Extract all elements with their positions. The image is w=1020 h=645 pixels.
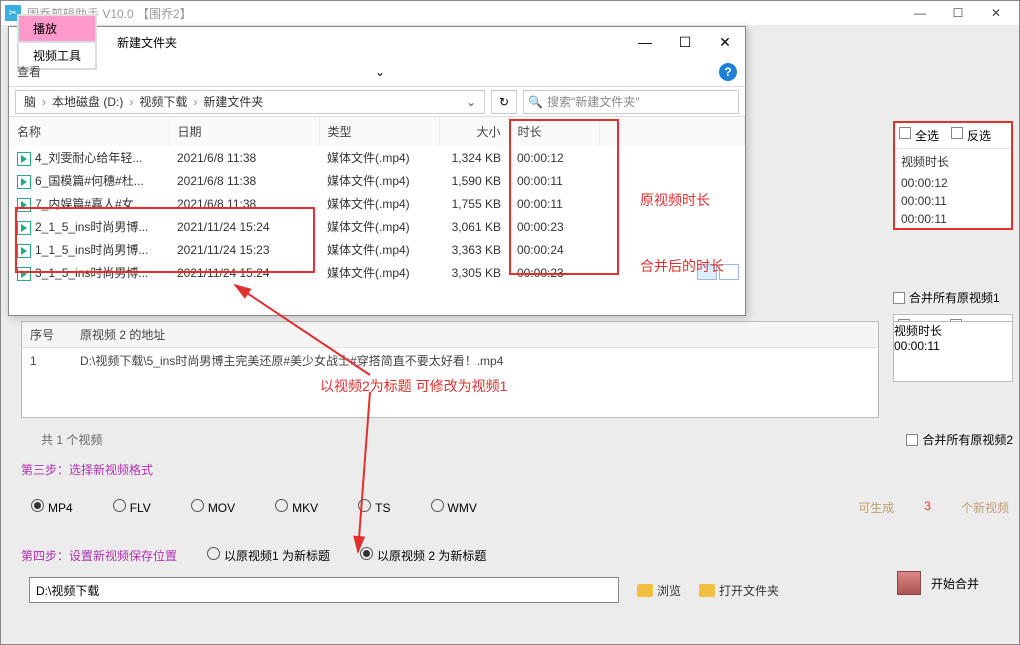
format-mp4[interactable]: MP4 — [31, 499, 73, 515]
file-row[interactable]: 4_刘雯耐心给年轻...2021/6/8 11:38媒体文件(.mp4)1,32… — [9, 146, 745, 169]
video-file-icon — [17, 221, 31, 235]
format-radio-group: MP4 FLV MOV MKV TS WMV — [31, 499, 477, 515]
title-from-video2[interactable]: 以原视频 2 为新标题 — [360, 547, 486, 564]
film-icon — [897, 571, 921, 595]
browse-button[interactable]: 浏览 — [637, 582, 681, 599]
explorer-minimize[interactable]: — — [625, 27, 665, 57]
file-explorer-window: 播放 视频工具 新建文件夹 — ☐ ✕ 查看 ⌄ ? 脑› 本地磁盘 (D:)›… — [8, 26, 746, 316]
format-mov[interactable]: MOV — [191, 499, 235, 515]
format-mkv[interactable]: MKV — [275, 499, 318, 515]
merge-all-checkbox-1[interactable] — [893, 292, 905, 304]
table-row[interactable]: 1D:\视频下载\5_ins时尚男博主完美还原#美少女战士#穿搭简直不要太好看！… — [22, 348, 878, 374]
help-icon[interactable]: ? — [719, 63, 737, 81]
select-all-checkbox-1[interactable] — [899, 127, 911, 139]
open-folder-button[interactable]: 打开文件夹 — [699, 582, 779, 599]
chevron-down-icon[interactable]: ⌄ — [375, 65, 385, 79]
search-input[interactable]: 🔍搜索"新建文件夹" — [523, 90, 739, 114]
start-merge-button[interactable]: 开始合并 — [897, 571, 979, 595]
video-count: 共 1 个视频 — [41, 431, 102, 448]
file-list: 名称 日期 类型 大小 时长 4_刘雯耐心给年轻...2021/6/8 11:3… — [9, 117, 745, 284]
file-row[interactable]: 3_1_5_ins时尚男博...2021/11/24 15:24媒体文件(.mp… — [9, 261, 745, 284]
generate-summary: 可生成 3 个新视频 — [858, 499, 1009, 516]
duration-value: 00:00:11 — [895, 210, 1011, 228]
format-flv[interactable]: FLV — [113, 499, 151, 515]
step4-label: 第四步：设置新视频保存位置 — [21, 547, 177, 564]
video-file-icon — [17, 175, 31, 189]
right-duration-panel-1: 全选 反选 视频时长 00:00:12 00:00:11 00:00:11 — [893, 121, 1013, 230]
explorer-maximize[interactable]: ☐ — [665, 27, 705, 57]
view-grid-icon[interactable] — [697, 264, 717, 280]
invert-checkbox-1[interactable] — [951, 127, 963, 139]
view-switcher — [697, 264, 739, 280]
video-file-icon — [17, 198, 31, 212]
breadcrumb[interactable]: 脑› 本地磁盘 (D:)› 视频下载› 新建文件夹 ⌄ — [15, 90, 485, 114]
folder-icon — [637, 584, 653, 597]
video-file-icon — [17, 244, 31, 258]
folder-icon — [699, 584, 715, 597]
duration-value: 00:00:12 — [895, 174, 1011, 192]
right-duration-panel-2: 视频时长 00:00:11 — [893, 321, 1013, 382]
merge-all-row-2: 合并所有原视频2 — [906, 431, 1013, 448]
close-button[interactable]: ✕ — [977, 1, 1015, 25]
file-row[interactable]: 2_1_5_ins时尚男博...2021/11/24 15:24媒体文件(.mp… — [9, 215, 745, 238]
file-row[interactable]: 1_1_5_ins时尚男博...2021/11/24 15:23媒体文件(.mp… — [9, 238, 745, 261]
save-path-input[interactable] — [29, 577, 619, 603]
title-from-video1[interactable]: 以原视频1 为新标题 — [207, 547, 330, 564]
view-list-icon[interactable] — [719, 264, 739, 280]
tab-play[interactable]: 播放 — [18, 15, 96, 42]
save-row: 浏览 打开文件夹 — [29, 577, 779, 603]
search-icon: 🔍 — [528, 95, 543, 109]
step4-row: 第四步：设置新视频保存位置 以原视频1 为新标题 以原视频 2 为新标题 — [21, 547, 486, 564]
explorer-close[interactable]: ✕ — [705, 27, 745, 57]
source-video-2-table: 序号原视频 2 的地址 1D:\视频下载\5_ins时尚男博主完美还原#美少女战… — [21, 321, 879, 418]
file-row[interactable]: 7_内娱篇#嘉人#女...2021/6/8 11:38媒体文件(.mp4)1,7… — [9, 192, 745, 215]
refresh-button[interactable]: ↻ — [491, 90, 517, 114]
minimize-button[interactable]: — — [901, 1, 939, 25]
maximize-button[interactable]: ☐ — [939, 1, 977, 25]
duration-header-1: 视频时长 — [895, 149, 1011, 174]
video-file-icon — [17, 267, 31, 281]
file-row[interactable]: 6_国模篇#何穗#杜...2021/6/8 11:38媒体文件(.mp4)1,5… — [9, 169, 745, 192]
chevron-down-icon[interactable]: ⌄ — [462, 95, 480, 109]
tab-view[interactable]: 查看 — [17, 63, 41, 80]
step3-label: 第三步：选择新视频格式 — [21, 461, 153, 478]
merge-all-checkbox-2[interactable] — [906, 434, 918, 446]
new-folder-label: 新建文件夹 — [107, 30, 187, 55]
format-ts[interactable]: TS — [358, 499, 390, 515]
video-file-icon — [17, 152, 31, 166]
duration-value: 00:00:11 — [895, 192, 1011, 210]
format-wmv[interactable]: WMV — [431, 499, 477, 515]
